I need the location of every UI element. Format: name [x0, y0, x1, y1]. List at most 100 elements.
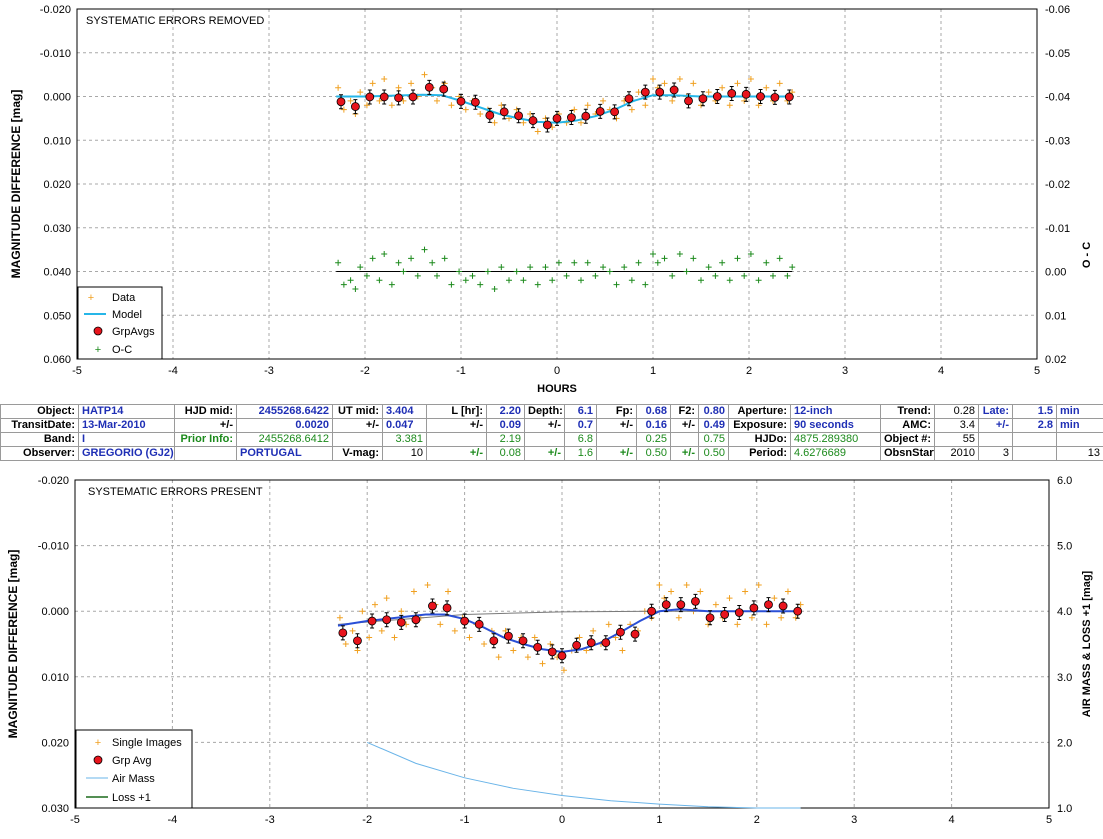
info-cell: +/-	[426, 418, 487, 433]
grp-avg-point	[547, 647, 557, 657]
oc-point	[408, 255, 415, 262]
info-cell: 0.68	[636, 404, 671, 419]
data-point	[347, 97, 354, 104]
legend-oc-label: O-C	[112, 344, 132, 356]
info-cell	[596, 432, 637, 447]
single-image-point	[576, 634, 583, 641]
single-image-point	[481, 641, 488, 647]
info-cell: 4.6276689	[790, 446, 881, 461]
top-chart-title: SYSTEMATIC ERRORS REMOVED	[86, 15, 264, 27]
bottom-legend: + Single Images Grp Avg Air Mass Loss +1	[75, 729, 193, 809]
data-point	[719, 84, 726, 91]
data-point	[491, 119, 498, 126]
oc-point	[484, 268, 491, 275]
grpavg-point	[610, 107, 619, 117]
grpavg-point	[684, 96, 693, 106]
grp-avg-point	[764, 600, 773, 610]
y-tick-label: -0.010	[38, 541, 69, 553]
grp-avg-point	[533, 642, 543, 652]
grp-avg-point	[601, 638, 611, 648]
oc-point	[520, 277, 527, 284]
oc-point	[650, 251, 656, 257]
info-cell: 4875.289380	[790, 432, 881, 447]
oc-point	[635, 259, 642, 266]
single-image-point	[726, 595, 733, 602]
y2-tick-label: 2.0	[1057, 737, 1072, 749]
info-cell: UT mid:	[332, 404, 383, 419]
single-image-point	[383, 595, 390, 602]
data-point	[395, 84, 402, 91]
single-image-point	[424, 581, 431, 588]
info-cell: 13	[1056, 446, 1103, 461]
data-point	[690, 80, 697, 87]
data-point	[705, 89, 712, 96]
legend-grp-avg-label: Grp Avg	[112, 755, 152, 767]
oc-point	[469, 272, 476, 279]
grpavg-point	[756, 92, 765, 101]
info-cell: PORTUGAL	[236, 446, 333, 461]
info-cell: 3.404	[382, 404, 427, 419]
grpavg-point	[470, 97, 480, 107]
oc-point	[498, 264, 505, 271]
grp-avg-point	[647, 606, 657, 616]
oc-point	[571, 259, 578, 266]
oc-point	[335, 259, 342, 266]
oc-point	[491, 286, 498, 292]
y-tick-label: 0.020	[41, 737, 69, 749]
oc-point	[513, 268, 520, 275]
info-cell: +/-	[670, 446, 699, 461]
y-tick-label: 0.050	[43, 310, 71, 322]
y-tick-label: 0.000	[41, 606, 69, 618]
info-cell: F2:	[670, 404, 699, 419]
oc-point	[741, 272, 748, 279]
oc-point	[462, 277, 469, 284]
info-cell: 6.8	[564, 432, 597, 447]
single-image-point	[771, 595, 778, 602]
oc-point	[376, 277, 383, 284]
single-image-point	[590, 627, 597, 634]
single-image-point	[675, 614, 682, 621]
single-image-point	[398, 608, 405, 615]
data-point	[726, 102, 733, 109]
info-cell: Aperture:	[728, 404, 791, 419]
y-tick-label: 0.000	[43, 92, 71, 104]
x-tick-label: 3	[842, 365, 848, 377]
single-image-point	[524, 654, 531, 661]
data-point	[357, 89, 364, 96]
info-cell: Object #:	[880, 432, 935, 447]
info-cell: min	[1056, 404, 1103, 419]
oc-point	[784, 272, 791, 279]
grpavg-point	[655, 87, 665, 97]
data-point	[661, 80, 668, 87]
x-tick-label: -5	[70, 814, 80, 826]
grp-avg-point	[518, 636, 528, 646]
x-tick-label: -1	[460, 814, 470, 826]
grpavg-point	[379, 92, 389, 102]
info-cell: 0.25	[636, 432, 671, 447]
bottom-y2-axis-label: AIR MASS & LOSS +1 [mag]	[1081, 570, 1093, 717]
grpavg-point	[336, 97, 346, 107]
grp-avg-point	[676, 600, 686, 610]
info-cell: min	[1056, 418, 1103, 433]
oc-point	[477, 281, 484, 288]
oc-point	[755, 277, 762, 284]
info-cell: +/-	[670, 418, 699, 433]
y-tick-label: -0.020	[38, 475, 69, 487]
top-y-axis-label: MAGNITUDE DIFFERENCE [mag]	[9, 90, 23, 279]
oc-point	[712, 272, 719, 279]
single-image-point	[349, 627, 356, 634]
oc-point	[661, 255, 668, 262]
info-cell: 0.50	[636, 446, 671, 461]
grp-avg-point	[616, 627, 625, 637]
y2-tick-label: 5.0	[1057, 541, 1072, 553]
oc-point	[542, 264, 549, 271]
oc-point	[381, 251, 388, 257]
oc-point	[400, 268, 407, 275]
grpavg-point	[669, 85, 679, 95]
info-cell: GREGORIO (GJ2)	[78, 446, 175, 461]
info-cell: 0.16	[636, 418, 671, 433]
x-tick-label: -2	[362, 814, 372, 826]
info-cell: 0.80	[698, 404, 729, 419]
grp-avg-point	[382, 615, 392, 625]
oc-point	[434, 272, 440, 279]
